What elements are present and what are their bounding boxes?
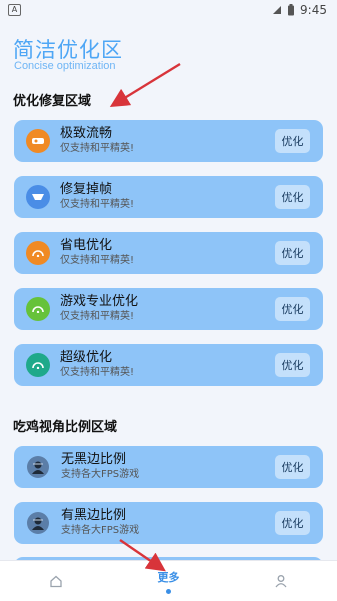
gamepad-icon xyxy=(26,297,50,321)
nav-home[interactable] xyxy=(26,561,86,601)
speed-icon xyxy=(26,129,50,153)
optimize-card-power-saving[interactable]: 省电优化 仅支持和平精英! 优化 xyxy=(14,232,323,274)
optimize-button[interactable]: 优化 xyxy=(275,241,310,265)
optimize-card-smooth[interactable]: 极致流畅 仅支持和平精英! 优化 xyxy=(14,120,323,162)
notification-a-icon: A xyxy=(8,4,21,16)
battery-icon xyxy=(288,4,295,16)
page-subtitle: Concise optimization xyxy=(14,60,116,72)
card-title: 游戏专业优化 xyxy=(60,294,139,309)
card-title: 省电优化 xyxy=(60,238,113,253)
card-title: 极致流畅 xyxy=(60,126,113,141)
home-icon xyxy=(50,575,62,588)
repair-icon xyxy=(26,185,50,209)
nav-more[interactable]: 更多 xyxy=(138,561,198,601)
annotation-arrow-top xyxy=(109,62,181,108)
optimize-card-super[interactable]: 超级优化 仅支持和平精英! 优化 xyxy=(14,344,323,386)
card-title: 修复掉帧 xyxy=(60,182,113,197)
card-title: 超级优化 xyxy=(60,350,113,365)
nav-more-label: 更多 xyxy=(157,570,180,584)
optimize-button[interactable]: 优化 xyxy=(275,455,310,479)
battery-saver-icon xyxy=(26,241,50,265)
card-description: 支持各大FPS游戏 xyxy=(61,525,140,536)
bottom-nav: 更多 xyxy=(0,560,337,601)
section-title-ratio: 吃鸡视角比例区域 xyxy=(13,420,118,435)
card-description: 仅支持和平精英! xyxy=(60,199,135,210)
optimize-button[interactable]: 优化 xyxy=(275,129,310,153)
optimize-button[interactable]: 优化 xyxy=(275,353,310,377)
ratio-card-black-border[interactable]: 有黑边比例 支持各大FPS游戏 优化 xyxy=(14,502,323,544)
status-right: 9:45 xyxy=(272,3,327,17)
nav-profile[interactable] xyxy=(251,561,311,601)
optimize-card-fix-frames[interactable]: 修复掉帧 仅支持和平精英! 优化 xyxy=(14,176,323,218)
soldier-avatar-icon xyxy=(27,512,49,534)
card-description: 仅支持和平精英! xyxy=(60,367,135,378)
card-title: 无黑边比例 xyxy=(61,452,127,467)
optimize-button[interactable]: 优化 xyxy=(275,185,310,209)
rocket-icon xyxy=(26,353,50,377)
optimize-button[interactable]: 优化 xyxy=(275,511,310,535)
card-description: 仅支持和平精英! xyxy=(60,311,135,322)
card-description: 支持各大FPS游戏 xyxy=(61,469,140,480)
soldier-avatar-icon xyxy=(27,456,49,478)
active-indicator xyxy=(165,588,171,594)
card-title: 有黑边比例 xyxy=(61,508,127,523)
clock: 9:45 xyxy=(300,3,327,17)
person-icon xyxy=(275,575,287,588)
card-description: 仅支持和平精英! xyxy=(60,255,135,266)
signal-icon xyxy=(273,6,282,14)
optimize-card-game-pro[interactable]: 游戏专业优化 仅支持和平精英! 优化 xyxy=(14,288,323,330)
status-bar: A 9:45 xyxy=(0,0,337,20)
ratio-card-no-black-border[interactable]: 无黑边比例 支持各大FPS游戏 优化 xyxy=(14,446,323,488)
optimize-button[interactable]: 优化 xyxy=(275,297,310,321)
card-description: 仅支持和平精英! xyxy=(60,143,135,154)
section-title-optimize: 优化修复区域 xyxy=(13,94,92,109)
